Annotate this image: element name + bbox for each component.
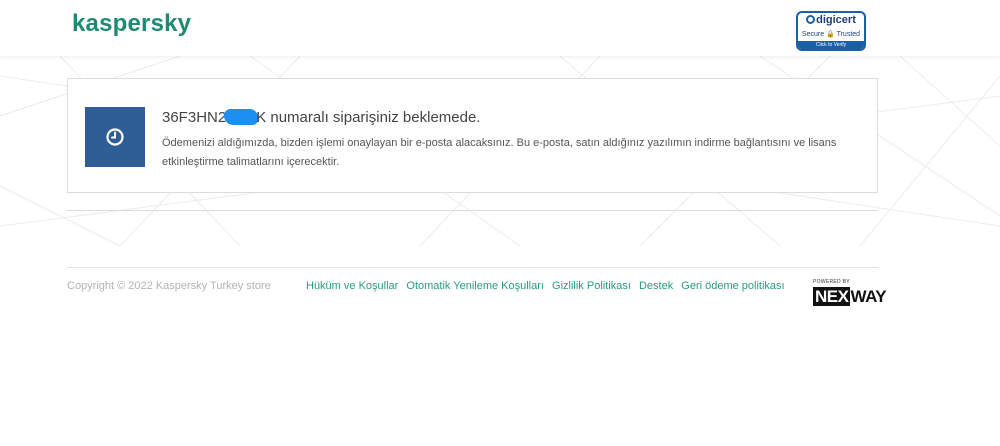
digicert-trust-badge[interactable]: digicert Secure 🔒 Trusted Click to Verif… [796,11,866,51]
site-header: kaspersky digicert Secure 🔒 Trusted Clic… [0,0,1000,56]
footer-divider [67,267,878,268]
kaspersky-logo[interactable]: kaspersky [72,10,191,38]
digicert-verify-link[interactable]: Click to Verify [798,41,864,49]
order-status-title: 36F3HN2 K numaralı siparişiniz beklemede. [162,109,480,126]
nexway-logo[interactable]: POWERED BY NEX WAY [812,279,887,309]
order-description: Ödemenizi aldığımızda, bizden işlemi ona… [162,137,837,168]
copyright-text: Copyright © 2022 Kaspersky Turkey store [67,280,271,292]
footer-links: Hüküm ve Koşullar Otomatik Yenileme Koşu… [306,280,790,292]
order-status-text: K numaralı siparişiniz beklemede. [256,109,481,126]
digicert-secure-text: Secure 🔒 Trusted [801,31,861,38]
auto-renewal-link[interactable]: Otomatik Yenileme Koşulları [406,280,544,292]
digicert-icon [806,15,816,24]
terms-link[interactable]: Hüküm ve Koşullar [306,280,398,292]
clock-icon [106,128,124,146]
support-link[interactable]: Destek [639,280,673,292]
powered-by-text: POWERED BY [813,279,850,285]
content-divider [67,210,878,211]
order-number-prefix: 36F3HN2 [162,109,227,126]
privacy-policy-link[interactable]: Gizlilik Politikası [552,280,631,292]
redaction-mark [224,109,259,125]
refund-policy-link[interactable]: Geri ödeme politikası [681,280,784,292]
digicert-brand: digicert [798,14,864,26]
status-indicator [85,107,145,167]
nexway-wordmark: NEX WAY [813,287,887,306]
order-status-card: 36F3HN2 K numaralı siparişiniz beklemede.… [67,78,878,193]
